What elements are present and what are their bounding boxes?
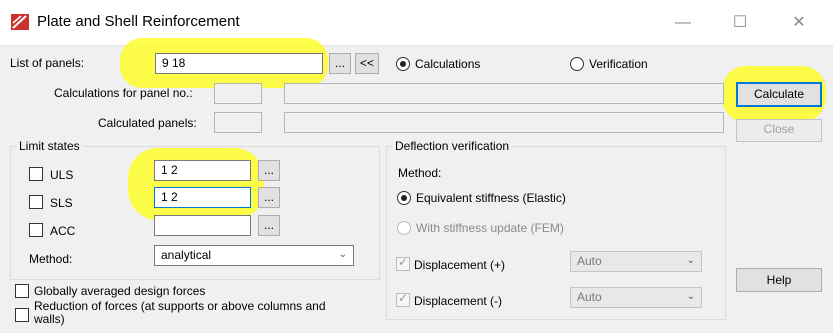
sls-browse-button[interactable]: ... xyxy=(258,187,280,208)
displacement-minus-select: Auto ⌄ xyxy=(570,287,702,308)
minimize-button[interactable]: — xyxy=(668,10,698,36)
method-select[interactable]: analytical ⌄ xyxy=(154,245,354,266)
equivalent-stiffness-label: Equivalent stiffness (Elastic) xyxy=(416,191,566,205)
help-button[interactable]: Help xyxy=(736,268,822,292)
stiffness-update-label: With stiffness update (FEM) xyxy=(416,221,564,235)
browse-panels-button[interactable]: ... xyxy=(329,53,351,74)
method-label: Method: xyxy=(29,252,73,266)
uls-label: ULS xyxy=(50,168,74,182)
acc-input[interactable] xyxy=(154,215,251,236)
displacement-plus-value: Auto xyxy=(577,254,602,268)
panel-no-input xyxy=(214,83,262,104)
calculated-panels-progress xyxy=(284,112,724,133)
acc-checkbox[interactable] xyxy=(29,223,43,237)
sls-input[interactable]: 1 2 xyxy=(154,187,251,208)
global-avg-label: Globally averaged design forces xyxy=(34,284,206,298)
app-icon xyxy=(11,14,29,30)
sls-label: SLS xyxy=(50,196,73,210)
window-title: Plate and Shell Reinforcement xyxy=(37,13,240,30)
limit-states-title: Limit states xyxy=(16,139,83,153)
close-button: Close xyxy=(736,119,822,142)
deflection-title: Deflection verification xyxy=(392,139,513,153)
calculated-panels-input xyxy=(214,112,262,133)
displacement-plus-select: Auto ⌄ xyxy=(570,251,702,272)
sls-checkbox[interactable] xyxy=(29,195,43,209)
panel-no-progress xyxy=(284,83,724,104)
uls-input[interactable]: 1 2 xyxy=(154,160,251,181)
equivalent-stiffness-radio[interactable] xyxy=(397,191,411,205)
verification-radio-label: Verification xyxy=(589,57,648,71)
displacement-plus-label: Displacement (+) xyxy=(414,258,506,272)
chevron-down-icon: ⌄ xyxy=(686,255,695,266)
list-of-panels-input[interactable]: 9 18 xyxy=(155,53,323,74)
calculated-panels-label: Calculated panels: xyxy=(98,116,197,130)
close-window-button[interactable]: ✕ xyxy=(784,10,814,36)
chevron-down-icon: ⌄ xyxy=(686,291,695,302)
uls-checkbox[interactable] xyxy=(29,167,43,181)
method-select-value: analytical xyxy=(161,248,212,262)
calculations-radio[interactable] xyxy=(396,57,410,71)
displacement-minus-label: Displacement (-) xyxy=(414,294,503,308)
verification-radio[interactable] xyxy=(570,57,584,71)
stiffness-update-radio xyxy=(397,221,411,235)
reduction-checkbox[interactable] xyxy=(15,308,29,322)
acc-browse-button[interactable]: ... xyxy=(258,215,280,236)
uls-browse-button[interactable]: ... xyxy=(258,160,280,181)
deflection-method-label: Method: xyxy=(398,166,442,180)
displacement-minus-checkbox: ✓ xyxy=(396,291,410,307)
displacement-minus-value: Auto xyxy=(577,290,602,304)
list-of-panels-label: List of panels: xyxy=(10,56,85,70)
calculations-radio-label: Calculations xyxy=(415,57,481,71)
panel-no-label: Calculations for panel no.: xyxy=(54,86,193,100)
calculate-button[interactable]: Calculate xyxy=(736,82,822,107)
displacement-plus-checkbox: ✓ xyxy=(396,255,410,271)
back-button[interactable]: << xyxy=(355,53,379,74)
chevron-down-icon: ⌄ xyxy=(338,249,347,260)
maximize-button[interactable]: ☐ xyxy=(725,10,755,36)
global-avg-checkbox[interactable] xyxy=(15,284,29,298)
acc-label: ACC xyxy=(50,224,76,238)
reduction-label: Reduction of forces (at supports or abov… xyxy=(34,299,326,326)
